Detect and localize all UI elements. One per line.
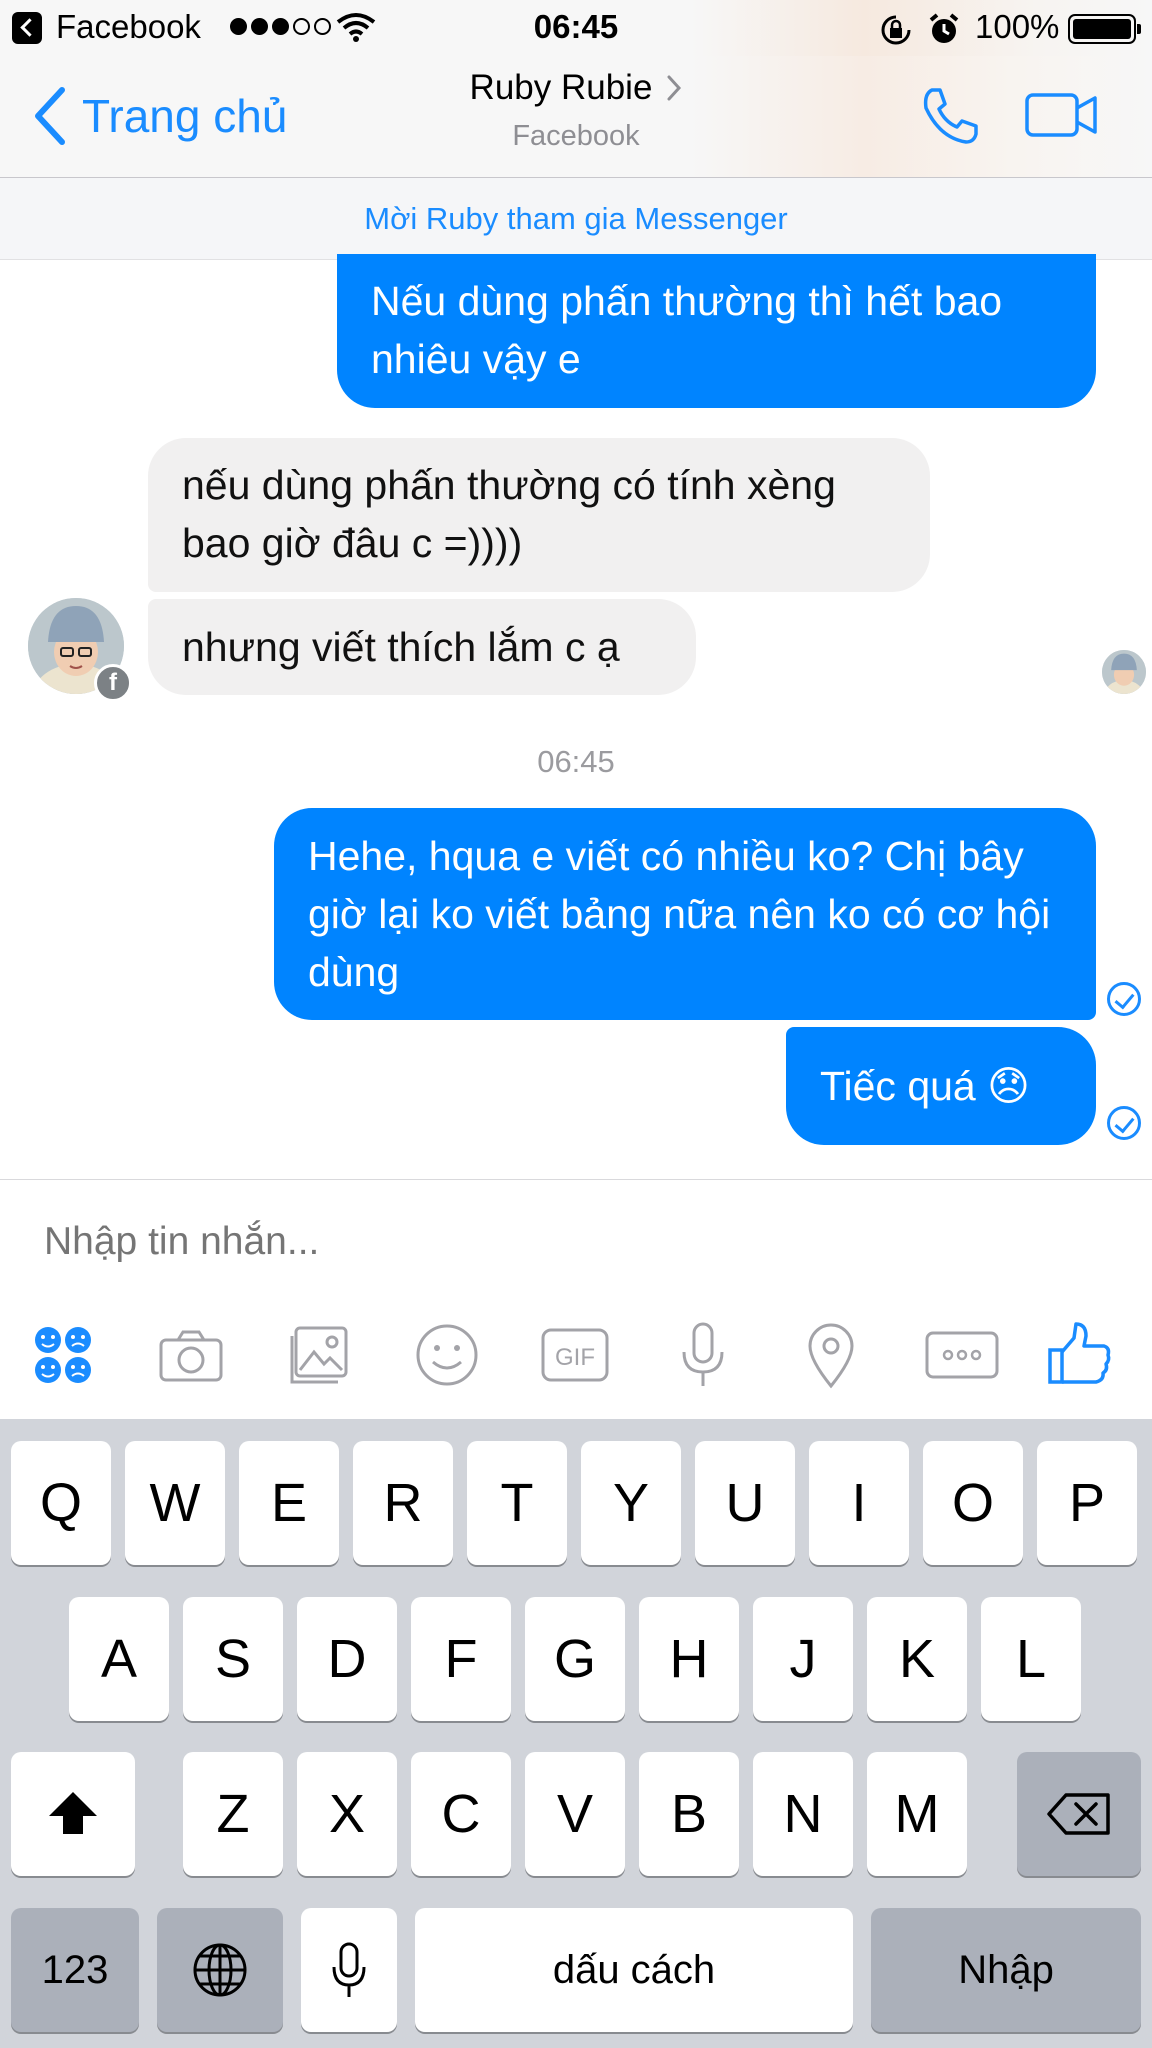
microphone-icon (332, 1942, 366, 1997)
key-r[interactable]: R (353, 1441, 453, 1565)
key-z[interactable]: Z (183, 1752, 283, 1876)
key-s[interactable]: S (183, 1597, 283, 1721)
key-p[interactable]: P (1037, 1441, 1137, 1565)
key-f[interactable]: F (411, 1597, 511, 1721)
globe-key[interactable] (157, 1908, 283, 2032)
location-icon[interactable] (796, 1320, 866, 1390)
key-b[interactable]: B (639, 1752, 739, 1876)
message-timestamp: 06:45 (537, 744, 615, 779)
key-m[interactable]: M (867, 1752, 967, 1876)
delivered-check-icon (1107, 982, 1141, 1016)
shift-icon (49, 1792, 97, 1834)
key-o[interactable]: O (923, 1441, 1023, 1565)
key-c[interactable]: C (411, 1752, 511, 1876)
video-call-icon[interactable] (1024, 90, 1098, 140)
stickers-icon[interactable] (28, 1320, 98, 1390)
microphone-icon[interactable] (668, 1320, 738, 1390)
key-x[interactable]: X (297, 1752, 397, 1876)
key-h[interactable]: H (639, 1597, 739, 1721)
battery-icon (1068, 14, 1141, 44)
key-d[interactable]: D (297, 1597, 397, 1721)
key-a[interactable]: A (69, 1597, 169, 1721)
more-icon[interactable] (924, 1320, 1000, 1390)
svg-text:GIF: GIF (555, 1344, 595, 1371)
keyboard: Q W E R T Y U I O P A S D F G H J K L Z … (0, 1419, 1152, 2048)
dictation-key[interactable] (301, 1908, 397, 2032)
message-bubble-incoming[interactable]: nhưng viết thích lắm c ạ (148, 599, 696, 695)
key-g[interactable]: G (525, 1597, 625, 1721)
key-v[interactable]: V (525, 1752, 625, 1876)
alarm-icon (929, 13, 959, 43)
key-j[interactable]: J (753, 1597, 853, 1721)
message-composer: GIF (0, 1179, 1152, 1419)
like-icon[interactable] (1044, 1320, 1114, 1390)
rotation-lock-icon (881, 15, 911, 45)
key-y[interactable]: Y (581, 1441, 681, 1565)
message-bubble-outgoing[interactable]: Hehe, hqua e viết có nhiều ko? Chị bây g… (274, 808, 1096, 1020)
backspace-key[interactable] (1017, 1752, 1141, 1876)
key-w[interactable]: W (125, 1441, 225, 1565)
delivered-check-icon (1107, 1106, 1141, 1140)
key-i[interactable]: I (809, 1441, 909, 1565)
message-bubble-incoming[interactable]: nếu dùng phấn thường có tính xèng bao gi… (148, 438, 930, 592)
emoji-icon[interactable] (412, 1320, 482, 1390)
status-bar: Facebook 06:45 100% (0, 0, 1152, 56)
backspace-icon (1047, 1793, 1110, 1835)
contact-name[interactable]: Ruby Rubie (470, 68, 653, 108)
message-bubble-outgoing[interactable]: Tiếc quá 😞 (786, 1027, 1096, 1145)
key-q[interactable]: Q (11, 1441, 111, 1565)
key-k[interactable]: K (867, 1597, 967, 1721)
key-l[interactable]: L (981, 1597, 1081, 1721)
key-e[interactable]: E (239, 1441, 339, 1565)
conversation-header: Trang chủ Ruby Rubie Facebook (0, 56, 1152, 178)
battery-percent: 100% (975, 8, 1060, 45)
shift-key[interactable] (11, 1752, 135, 1876)
message-bubble-outgoing[interactable]: Nếu dùng phấn thường thì hết bao nhiêu v… (337, 254, 1096, 408)
camera-icon[interactable] (156, 1320, 226, 1390)
return-key[interactable]: Nhập (871, 1908, 1141, 2032)
gallery-icon[interactable] (284, 1320, 354, 1390)
message-input[interactable] (44, 1220, 1104, 1264)
space-key[interactable]: dấu cách (415, 1908, 853, 2032)
composer-toolbar: GIF (0, 1320, 1152, 1400)
chevron-right-icon (667, 75, 682, 101)
facebook-badge-icon: f (94, 664, 132, 702)
key-u[interactable]: U (695, 1441, 795, 1565)
invite-banner[interactable]: Mời Ruby tham gia Messenger (0, 178, 1152, 260)
gif-icon[interactable]: GIF (540, 1320, 610, 1390)
phone-call-icon[interactable] (918, 84, 982, 148)
globe-icon (193, 1943, 247, 1997)
key-t[interactable]: T (467, 1441, 567, 1565)
key-n[interactable]: N (753, 1752, 853, 1876)
numbers-key[interactable]: 123 (11, 1908, 139, 2032)
seen-avatar (1102, 650, 1146, 694)
